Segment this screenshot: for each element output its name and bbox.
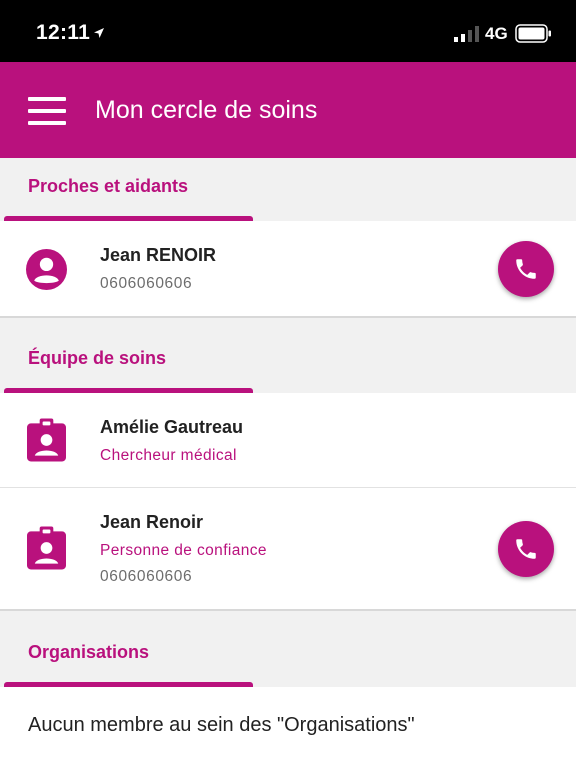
section-organisations-header: Organisations <box>0 611 576 687</box>
person-avatar-icon <box>26 249 67 290</box>
section-proches-header: Proches et aidants <box>0 158 576 221</box>
badge-icon <box>27 418 66 462</box>
section-equipe-header: Équipe de soins <box>0 318 576 393</box>
location-arrow-icon <box>94 28 104 38</box>
phone-icon <box>516 539 536 559</box>
contact-card-amelie-gautreau[interactable]: Amélie Gautreau Chercheur médical <box>0 393 576 487</box>
contact-role: Personne de confiance <box>100 542 267 559</box>
section-title-proches: Proches et aidants <box>28 176 189 196</box>
contact-name: Jean RENOIR <box>100 245 217 265</box>
hamburger-menu-icon[interactable] <box>28 97 66 125</box>
call-button[interactable] <box>498 241 554 297</box>
contact-phone: 0606060606 <box>100 275 193 292</box>
organisations-empty-message: Aucun membre au sein des "Organisations" <box>28 714 415 736</box>
status-time: 12:11 <box>36 21 91 44</box>
signal-strength-icon <box>454 26 479 42</box>
contact-phone: 0606060606 <box>100 568 193 585</box>
status-bar: 12:11 4G <box>0 0 576 62</box>
screen: 12:11 4G Mon cercle de soins Proches et … <box>0 0 576 768</box>
app-bar: Mon cercle de soins <box>0 62 576 158</box>
network-type: 4G <box>485 24 508 43</box>
badge-icon <box>27 526 66 570</box>
contact-name: Jean Renoir <box>100 512 204 532</box>
section-title-organisations: Organisations <box>28 642 150 662</box>
call-button[interactable] <box>498 521 554 577</box>
battery-icon <box>515 24 551 43</box>
contact-card-jean-renoir[interactable]: Jean RENOIR 0606060606 <box>0 221 576 316</box>
contact-name: Amélie Gautreau <box>100 417 244 437</box>
contact-card-jean-renoir-confiance[interactable]: Jean Renoir Personne de confiance 060606… <box>0 488 576 609</box>
phone-icon <box>516 259 536 279</box>
page-title: Mon cercle de soins <box>95 96 318 124</box>
contact-role: Chercheur médical <box>100 447 237 464</box>
section-title-equipe: Équipe de soins <box>28 348 167 368</box>
